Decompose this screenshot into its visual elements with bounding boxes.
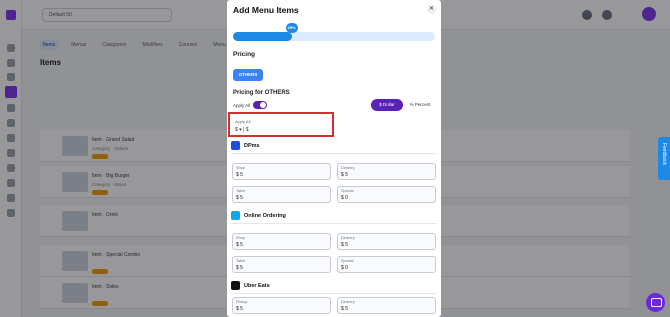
online-ordering-icon xyxy=(231,211,240,220)
field-value[interactable]: $ 5 xyxy=(341,306,348,312)
field-value[interactable]: $ 5 xyxy=(236,265,243,271)
section-title: Online Ordering xyxy=(244,212,286,219)
field-value[interactable]: $ 5 xyxy=(236,195,243,201)
section-dpms: DPms xyxy=(231,141,260,150)
feedback-tab[interactable]: Feedback xyxy=(658,137,670,180)
dpms-table-field[interactable]: Table $ 5 xyxy=(232,186,331,203)
field-label: Delivery xyxy=(341,166,355,170)
apply-all-field-label: Apply All xyxy=(235,119,251,124)
section-title: DPms xyxy=(244,142,260,149)
dpms-shop-field[interactable]: Shop $ 5 xyxy=(232,163,331,180)
apply-all-field-value[interactable]: $ ▾ | $ xyxy=(235,127,249,133)
field-label: Special xyxy=(341,259,354,263)
progress-badge: 29% xyxy=(285,23,298,33)
divider xyxy=(231,153,437,154)
online-table-field[interactable]: Table $ 5 xyxy=(232,256,331,273)
add-menu-items-modal: Add Menu Items ✕ 29% Pricing OTHERS Pric… xyxy=(227,0,441,317)
section-uber-eats: Uber Eats xyxy=(231,281,270,290)
field-value[interactable]: $ 5 xyxy=(341,172,348,178)
dpms-icon xyxy=(231,141,240,150)
chat-icon[interactable] xyxy=(646,293,665,312)
uber-delivery-field[interactable]: Delivery $ 5 xyxy=(337,297,436,314)
dpms-delivery-field[interactable]: Delivery $ 5 xyxy=(337,163,436,180)
modal-title: Add Menu Items xyxy=(233,5,299,15)
section-online-ordering: Online Ordering xyxy=(231,211,286,220)
field-label: Shop xyxy=(236,236,245,240)
online-delivery-field[interactable]: Delivery $ 5 xyxy=(337,233,436,250)
divider xyxy=(231,223,437,224)
field-value[interactable]: $ 5 xyxy=(236,242,243,248)
uber-eats-icon xyxy=(231,281,240,290)
field-label: Table xyxy=(236,259,246,263)
online-shop-field[interactable]: Shop $ 5 xyxy=(232,233,331,250)
field-label: Delivery xyxy=(341,300,355,304)
pricing-for-heading: Pricing for OTHERS xyxy=(233,90,290,96)
uber-pickup-field[interactable]: Pickup $ 5 xyxy=(232,297,331,314)
section-title: Uber Eats xyxy=(244,282,270,289)
field-label: Delivery xyxy=(341,236,355,240)
field-value[interactable]: $ 5 xyxy=(236,172,243,178)
field-label: Shop xyxy=(236,166,245,170)
dpms-special-field[interactable]: Special $ 0 xyxy=(337,186,436,203)
dollar-mode-button[interactable]: $ Dollar xyxy=(371,99,403,111)
field-value[interactable]: $ 0 xyxy=(341,265,348,271)
category-others-button[interactable]: OTHERS xyxy=(233,69,263,81)
apply-all-toggle[interactable] xyxy=(253,101,267,109)
field-label: Pickup xyxy=(236,300,248,304)
online-special-field[interactable]: Special $ 0 xyxy=(337,256,436,273)
field-label: Special xyxy=(341,189,354,193)
field-value[interactable]: $ 0 xyxy=(341,195,348,201)
close-icon[interactable]: ✕ xyxy=(427,5,436,14)
apply-all-label: Apply All xyxy=(233,103,251,108)
divider xyxy=(231,293,437,294)
field-value[interactable]: $ 5 xyxy=(236,306,243,312)
feedback-label: Feedback xyxy=(661,143,667,165)
progress-bar xyxy=(233,32,435,41)
progress-fill xyxy=(233,32,292,41)
apply-all-field[interactable]: Apply All $ ▾ | $ xyxy=(228,112,334,137)
price-mode-segmented: $ Dollar % Percent xyxy=(371,99,435,111)
field-value[interactable]: $ 5 xyxy=(341,242,348,248)
field-label: Table xyxy=(236,189,246,193)
percent-mode-button[interactable]: % Percent xyxy=(405,99,435,111)
pricing-heading: Pricing xyxy=(233,51,256,58)
